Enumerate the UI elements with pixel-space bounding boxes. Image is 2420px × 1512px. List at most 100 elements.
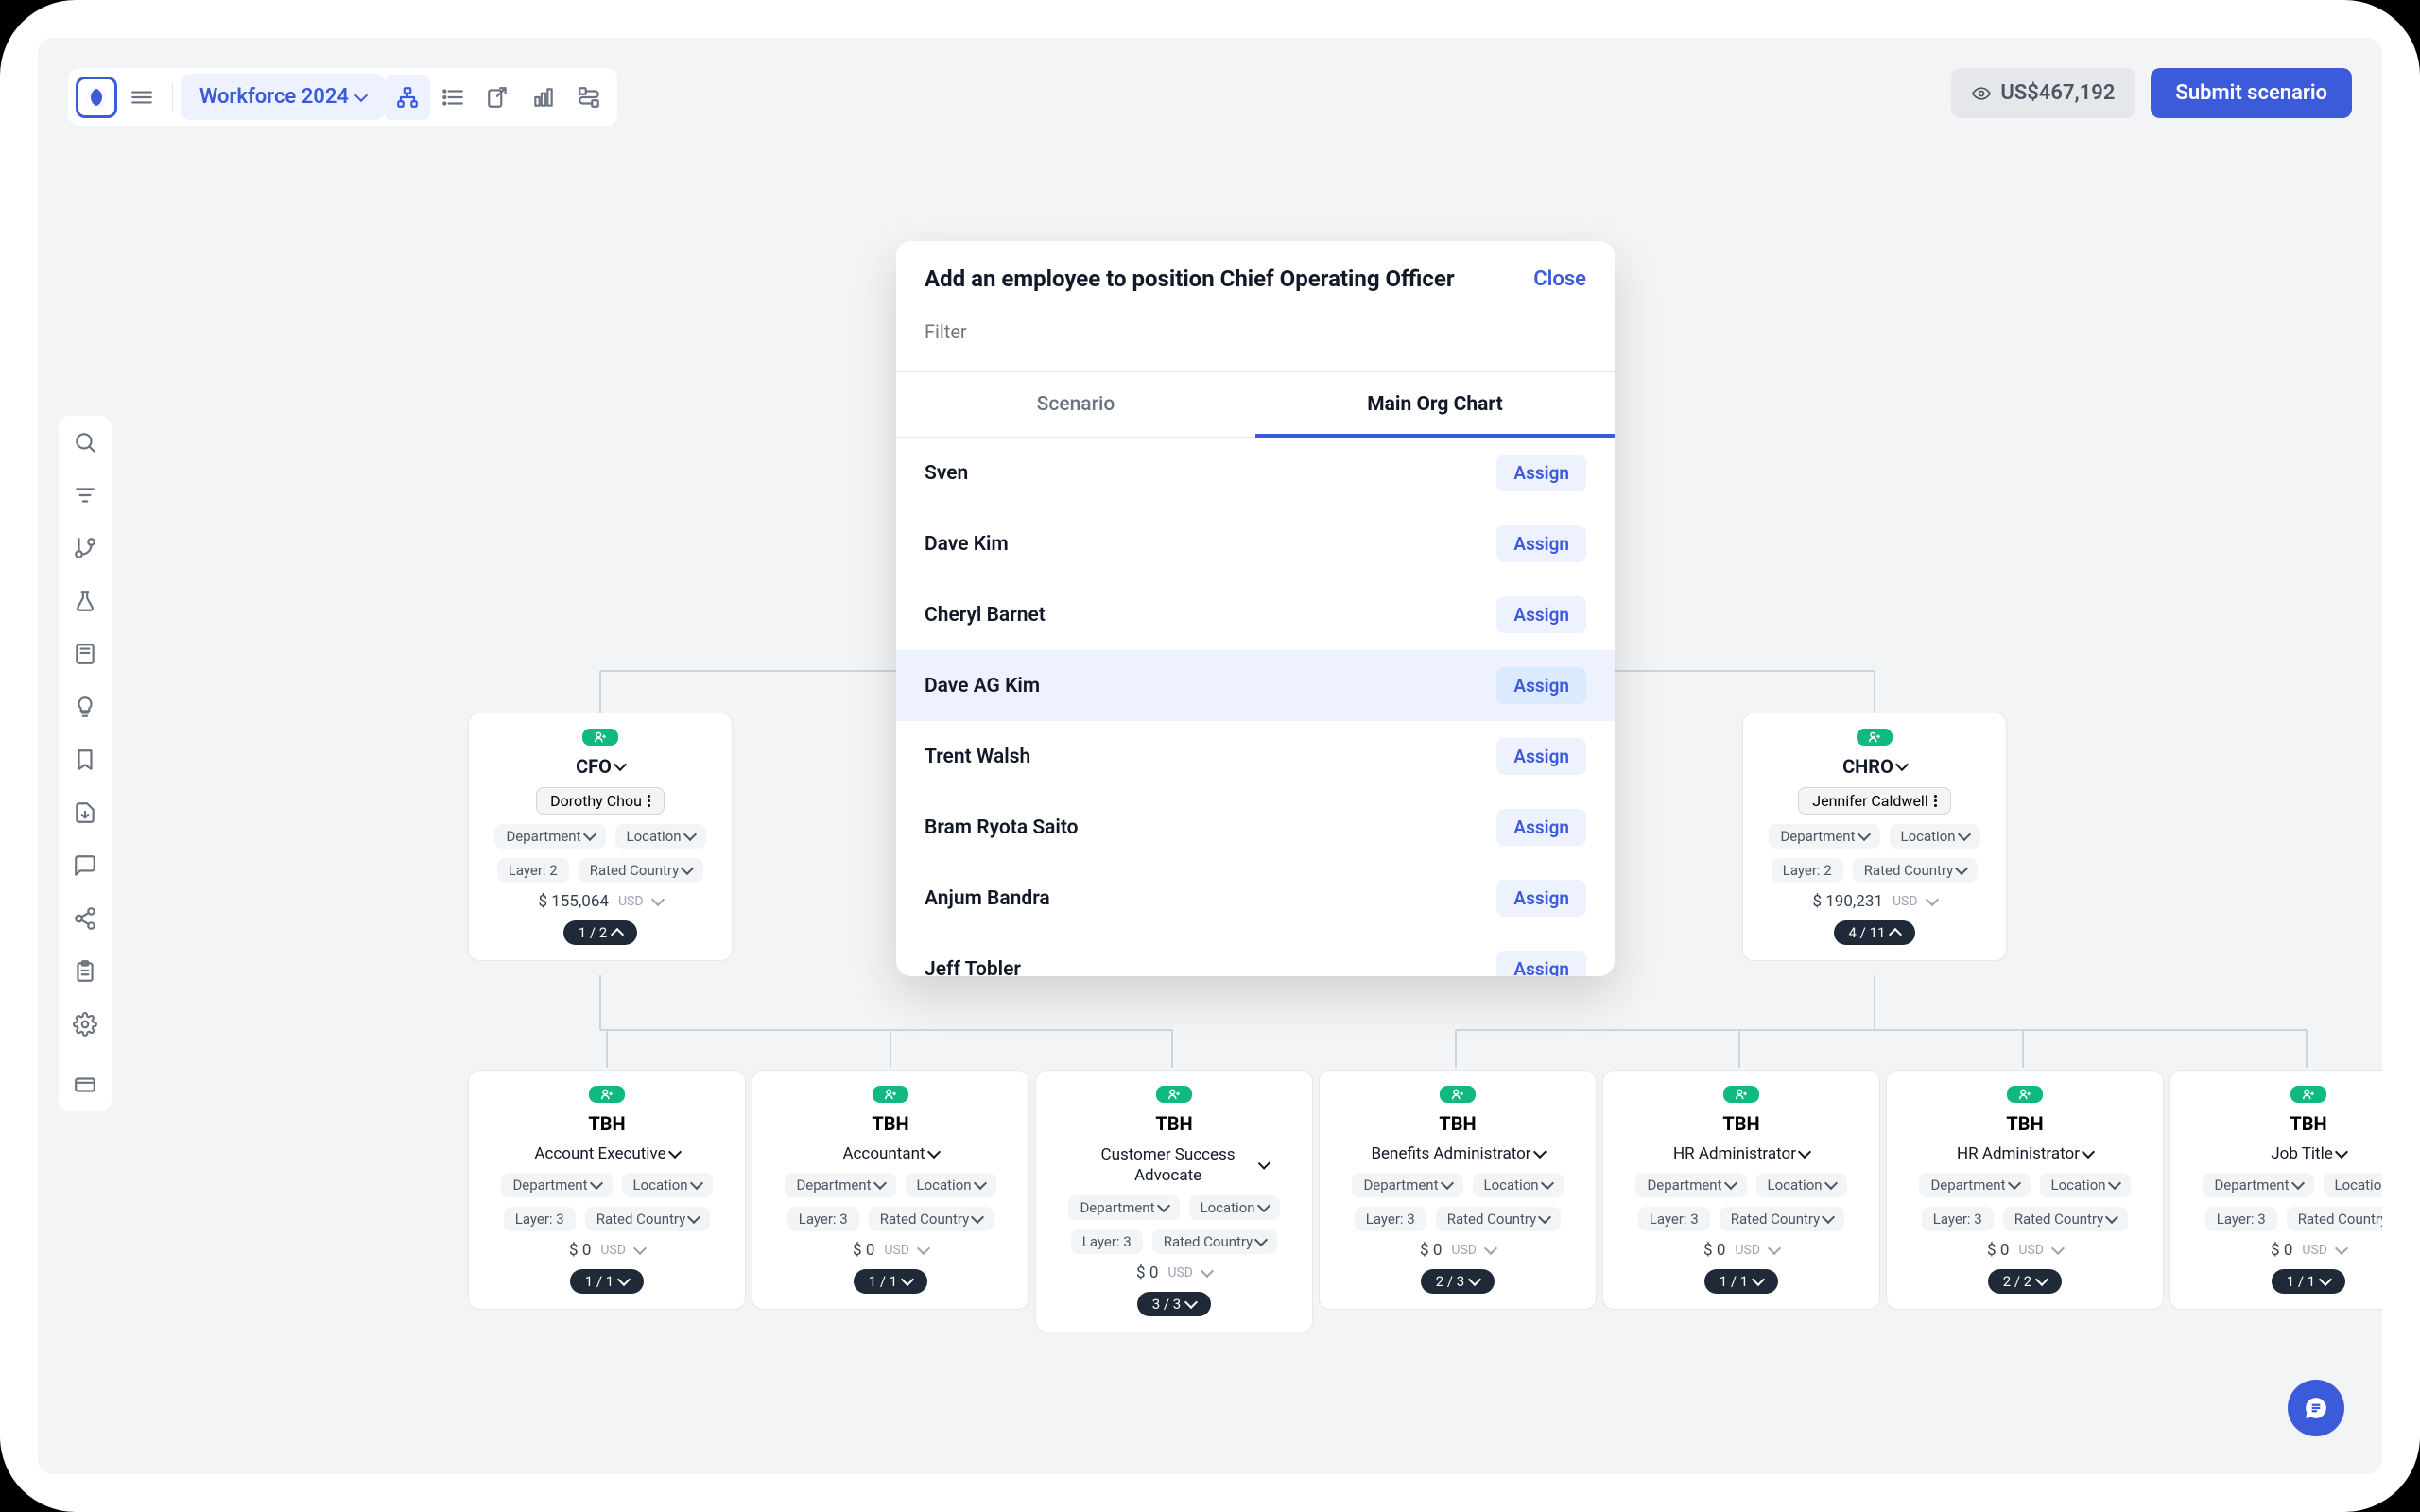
card-icon[interactable] [70, 1070, 100, 1100]
add-person-badge[interactable] [2007, 1086, 2043, 1103]
org-card[interactable]: TBH Account Executive Department Locatio… [468, 1070, 746, 1310]
bookmark-icon[interactable] [70, 745, 100, 775]
person-chip[interactable]: Jennifer Caldwell [1798, 787, 1950, 815]
settings-icon[interactable] [70, 1009, 100, 1040]
org-card[interactable]: TBH Benefits Administrator Department Lo… [1319, 1070, 1597, 1310]
location-chip[interactable]: Location [1756, 1173, 1847, 1197]
location-chip[interactable]: Location [2324, 1173, 2383, 1197]
workforce-dropdown[interactable]: Workforce 2024 [181, 74, 385, 120]
org-card[interactable]: TBH Job Title Department Location Layer:… [2169, 1070, 2382, 1310]
amount-row[interactable]: $ 190,231USD [1812, 892, 1936, 911]
clipboard-icon[interactable] [70, 956, 100, 987]
assign-button[interactable]: Assign [1496, 596, 1586, 633]
menu-icon[interactable] [119, 75, 164, 120]
assign-button[interactable]: Assign [1496, 525, 1586, 562]
add-person-badge[interactable] [1723, 1086, 1759, 1103]
org-card[interactable]: TBH HR Administrator Department Location… [1602, 1070, 1880, 1310]
amount-row[interactable]: $ 0USD [569, 1241, 645, 1260]
count-pill[interactable]: 1 / 1 [1704, 1269, 1779, 1294]
workflow-icon[interactable] [566, 75, 612, 120]
location-chip[interactable]: Location [622, 1173, 713, 1197]
location-chip[interactable]: Location [2040, 1173, 2131, 1197]
add-person-badge[interactable] [589, 1086, 625, 1103]
submit-scenario-button[interactable]: Submit scenario [2151, 68, 2352, 118]
amount-row[interactable]: $ 155,064USD [538, 892, 662, 911]
share-icon[interactable] [70, 903, 100, 934]
lab-icon[interactable] [70, 586, 100, 616]
rated-country-chip[interactable]: Rated Country [579, 858, 704, 883]
location-chip[interactable]: Location [1473, 1173, 1564, 1197]
org-chart-view-icon[interactable] [385, 75, 430, 120]
file-download-icon[interactable] [70, 798, 100, 828]
add-person-badge[interactable] [873, 1086, 908, 1103]
chat-fab[interactable] [2288, 1380, 2344, 1436]
amount-row[interactable]: $ 0USD [2271, 1241, 2346, 1260]
employee-row[interactable]: Dave Kim Assign [896, 508, 1615, 579]
job-title-row[interactable]: Job Title [2271, 1144, 2346, 1163]
add-person-badge[interactable] [1156, 1086, 1192, 1103]
employee-row[interactable]: Trent Walsh Assign [896, 721, 1615, 792]
modal-close-button[interactable]: Close [1533, 267, 1586, 291]
department-chip[interactable]: Department [1919, 1173, 2030, 1197]
job-title-row[interactable]: HR Administrator [1957, 1144, 2093, 1163]
assign-button[interactable]: Assign [1496, 738, 1586, 775]
department-chip[interactable]: Department [2203, 1173, 2313, 1197]
count-pill[interactable]: 1 / 1 [2272, 1269, 2346, 1294]
job-title-row[interactable]: Customer Success Advocate [1080, 1144, 1269, 1186]
import-icon[interactable] [475, 75, 521, 120]
employee-row[interactable]: Anjum Bandra Assign [896, 863, 1615, 934]
department-chip[interactable]: Department [1769, 824, 1879, 849]
location-chip[interactable]: Location [1189, 1195, 1280, 1220]
rated-country-chip[interactable]: Rated Country [2287, 1207, 2382, 1231]
department-chip[interactable]: Department [1635, 1173, 1746, 1197]
department-chip[interactable]: Department [1068, 1195, 1179, 1220]
add-person-badge[interactable] [1440, 1086, 1476, 1103]
add-person-badge[interactable] [2290, 1086, 2326, 1103]
department-chip[interactable]: Department [1352, 1173, 1462, 1197]
rated-country-chip[interactable]: Rated Country [585, 1207, 711, 1231]
count-pill[interactable]: 2 / 2 [1988, 1269, 2063, 1294]
list-view-icon[interactable] [430, 75, 475, 120]
org-card[interactable]: CHRO Jennifer Caldwell Department Locati… [1742, 713, 2007, 961]
job-title-row[interactable]: CFO [576, 755, 625, 778]
department-chip[interactable]: Department [785, 1173, 895, 1197]
count-pill[interactable]: 3 / 3 [1137, 1292, 1212, 1316]
location-chip[interactable]: Location [1890, 824, 1980, 849]
count-pill[interactable]: 2 / 3 [1421, 1269, 1495, 1294]
filter-icon[interactable] [70, 480, 100, 510]
job-title-row[interactable]: HR Administrator [1673, 1144, 1809, 1163]
branch-icon[interactable] [70, 533, 100, 563]
employee-row[interactable]: Bram Ryota Saito Assign [896, 792, 1615, 863]
assign-button[interactable]: Assign [1496, 951, 1586, 976]
job-title-row[interactable]: Account Executive [534, 1144, 679, 1163]
tab-scenario[interactable]: Scenario [896, 372, 1255, 437]
assign-button[interactable]: Assign [1496, 667, 1586, 704]
rated-country-chip[interactable]: Rated Country [869, 1207, 994, 1231]
comment-icon[interactable] [70, 850, 100, 881]
job-title-row[interactable]: Benefits Administrator [1371, 1144, 1544, 1163]
amount-row[interactable]: $ 0USD [853, 1241, 928, 1260]
filter-input[interactable] [925, 311, 1586, 352]
amount-row[interactable]: $ 0USD [1420, 1241, 1495, 1260]
count-pill[interactable]: 1 / 1 [570, 1269, 645, 1294]
amount-row[interactable]: $ 0USD [1136, 1263, 1212, 1282]
count-pill[interactable]: 1 / 2 [563, 920, 638, 945]
assign-button[interactable]: Assign [1496, 809, 1586, 846]
add-person-badge[interactable] [1857, 729, 1893, 746]
rated-country-chip[interactable]: Rated Country [1152, 1229, 1278, 1254]
department-chip[interactable]: Department [501, 1173, 612, 1197]
department-chip[interactable]: Department [494, 824, 605, 849]
chart-bar-icon[interactable] [521, 75, 566, 120]
org-card[interactable]: TBH Accountant Department Location Layer… [752, 1070, 1029, 1310]
search-icon[interactable] [70, 427, 100, 457]
job-title-row[interactable]: CHRO [1842, 755, 1907, 778]
count-pill[interactable]: 1 / 1 [854, 1269, 928, 1294]
employee-row[interactable]: Sven Assign [896, 438, 1615, 508]
tab-main-org-chart[interactable]: Main Org Chart [1255, 372, 1615, 437]
app-logo[interactable] [74, 75, 119, 120]
budget-indicator[interactable]: US$467,192 [1951, 68, 2135, 118]
amount-row[interactable]: $ 0USD [1987, 1241, 2063, 1260]
book-icon[interactable] [70, 639, 100, 669]
employee-row[interactable]: Jeff Tobler Assign [896, 934, 1615, 976]
location-chip[interactable]: Location [615, 824, 706, 849]
